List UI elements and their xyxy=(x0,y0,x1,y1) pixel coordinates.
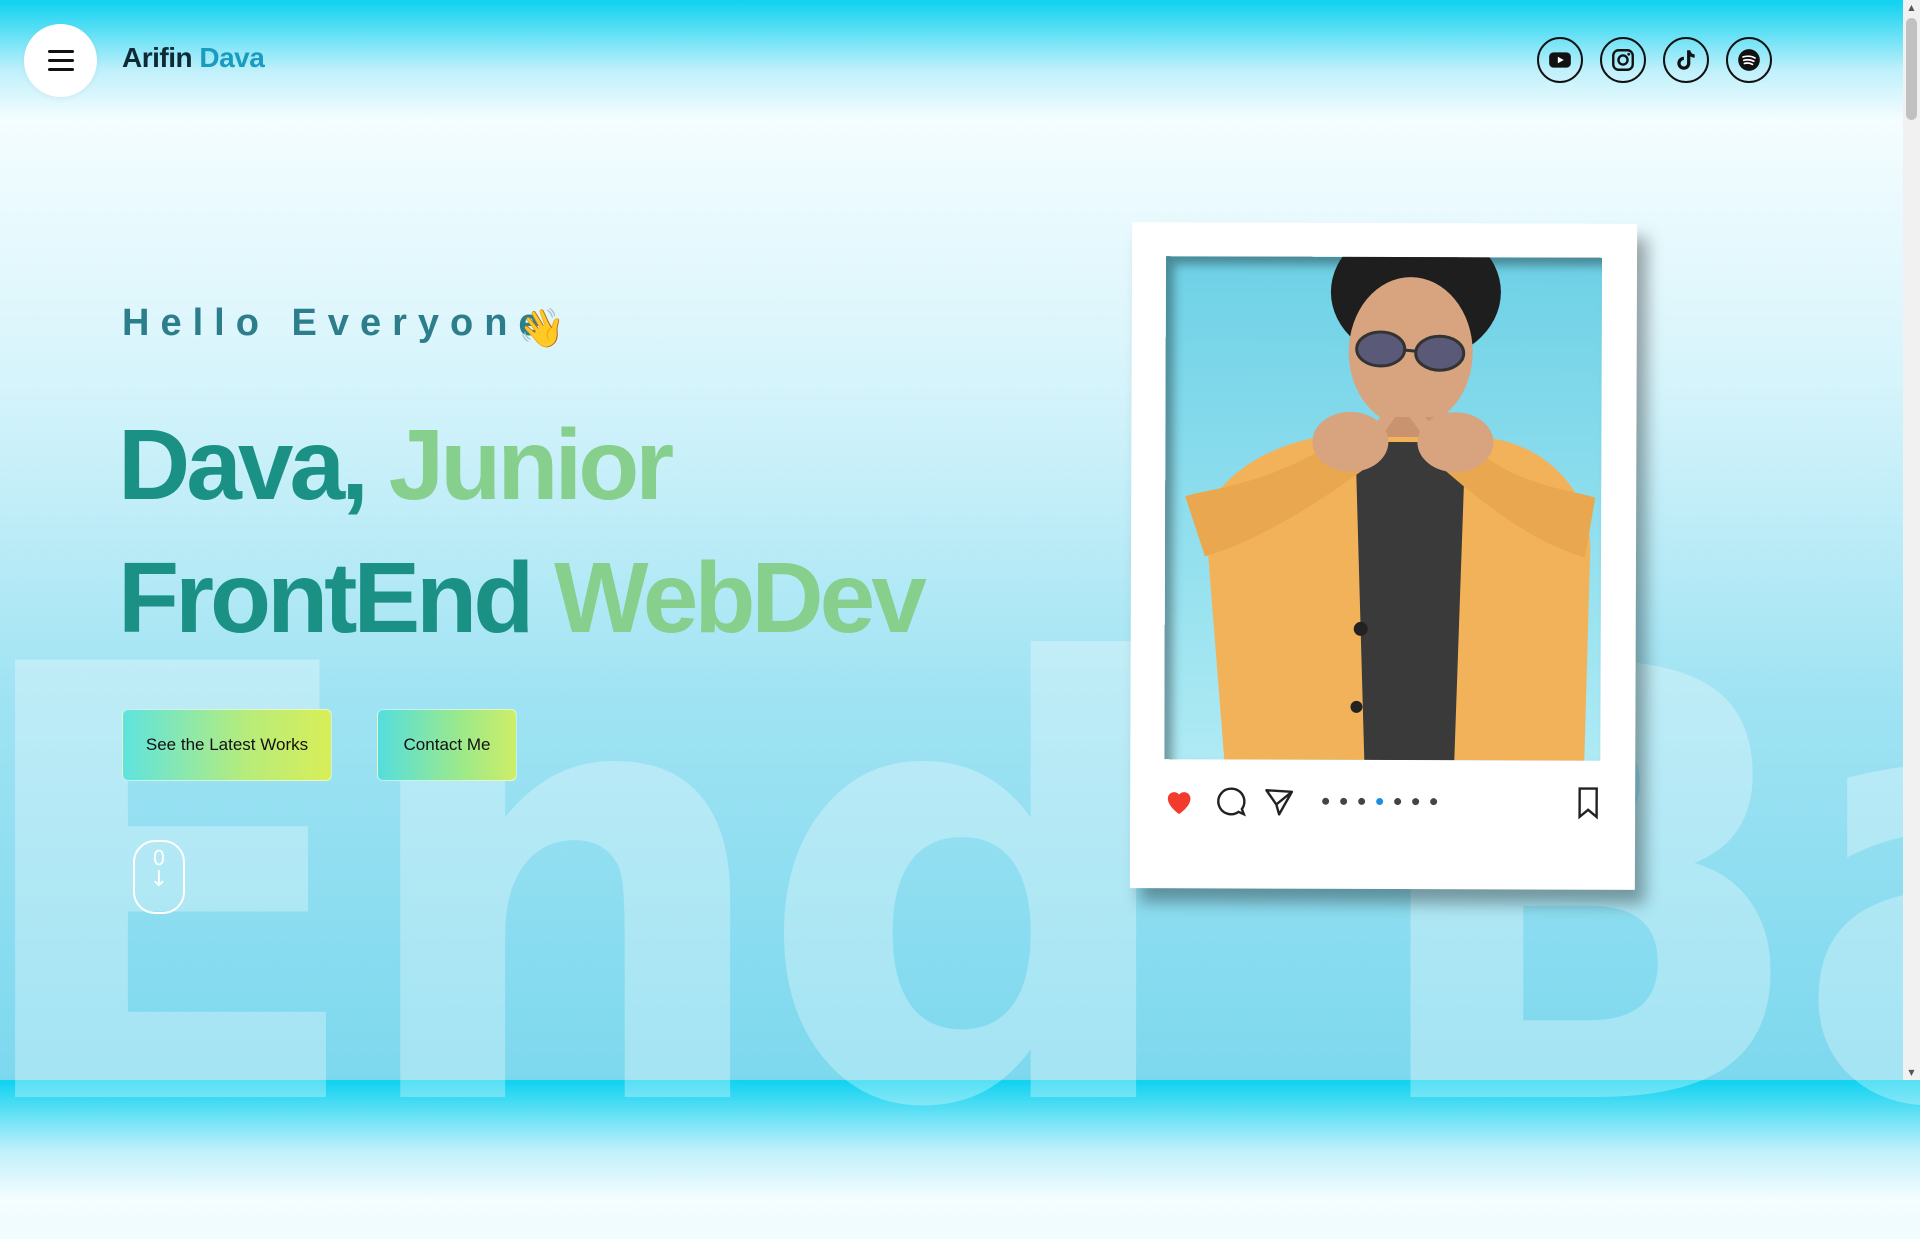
headline-level: Junior xyxy=(388,409,675,521)
scroll-down-indicator[interactable]: 0 ↓ xyxy=(133,840,185,914)
headline-name: Dava, xyxy=(118,409,369,521)
brand-last-name: Dava xyxy=(199,42,265,73)
menu-button[interactable] xyxy=(24,24,97,97)
headline-line-1: Dava, Junior xyxy=(118,415,674,515)
scroll-up-icon[interactable]: ▲ xyxy=(1907,3,1916,12)
vertical-scrollbar[interactable]: ▲ ▼ xyxy=(1903,0,1920,1080)
headline-title: WebDev xyxy=(554,542,927,654)
scroll-down-icon[interactable]: ▼ xyxy=(1907,1068,1916,1077)
carousel-dot-active[interactable] xyxy=(1376,797,1384,806)
tiktok-icon xyxy=(1677,50,1695,70)
scrollbar-thumb[interactable] xyxy=(1906,18,1917,120)
carousel-dot[interactable] xyxy=(1412,798,1420,806)
photo-post-card xyxy=(1129,222,1638,890)
greeting-text: Hello Everyone xyxy=(122,302,551,344)
instagram-link[interactable] xyxy=(1600,37,1646,83)
instagram-icon xyxy=(1612,49,1634,71)
portrait-illustration xyxy=(1185,222,1596,761)
comment-icon[interactable] xyxy=(1214,784,1248,818)
carousel-indicators xyxy=(1322,797,1438,806)
carousel-dot[interactable] xyxy=(1322,797,1330,805)
spotify-icon xyxy=(1738,49,1760,71)
contact-me-button[interactable]: Contact Me xyxy=(377,709,517,781)
social-links xyxy=(1537,37,1772,83)
arrow-down-icon: ↓ xyxy=(149,867,169,892)
youtube-icon xyxy=(1549,52,1571,68)
carousel-dot[interactable] xyxy=(1358,797,1366,805)
hamburger-icon xyxy=(47,50,74,71)
brand-logo[interactable]: Arifin Dava xyxy=(122,42,265,74)
spotify-link[interactable] xyxy=(1726,37,1772,83)
carousel-dot[interactable] xyxy=(1394,798,1402,806)
send-icon[interactable] xyxy=(1262,785,1296,819)
bookmark-icon[interactable] xyxy=(1571,786,1605,820)
carousel-dot[interactable] xyxy=(1430,798,1438,806)
brand-first-name: Arifin xyxy=(122,42,193,73)
waving-hand-icon: 👋 xyxy=(518,306,566,350)
scroll-indicator-value: 0 xyxy=(152,846,166,870)
see-latest-works-button[interactable]: See the Latest Works xyxy=(122,709,332,781)
tiktok-link[interactable] xyxy=(1663,37,1709,83)
headline-line-2: FrontEnd WebDev xyxy=(118,548,927,648)
youtube-link[interactable] xyxy=(1537,37,1583,83)
carousel-dot[interactable] xyxy=(1340,797,1348,805)
heart-icon[interactable] xyxy=(1162,784,1196,818)
headline-role: FrontEnd xyxy=(118,542,534,654)
profile-photo xyxy=(1164,222,1603,761)
post-actions-bar xyxy=(1162,782,1605,824)
